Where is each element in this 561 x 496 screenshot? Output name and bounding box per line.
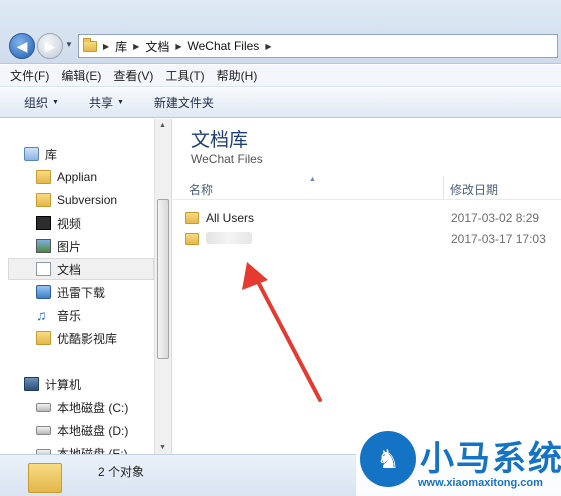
share-button[interactable]: 共享 ▼ [89,94,124,111]
arrow-left-icon: ◀ [16,38,28,54]
redacted-blur [206,231,252,244]
nav-item-label: 音乐 [57,308,82,323]
nav-item-videos[interactable]: 视频 [36,212,171,234]
scrollbar-thumb[interactable] [157,199,169,359]
item-count: 2 个对象 [98,465,145,479]
nav-item-label: 优酷影视库 [57,331,118,346]
document-icon [36,262,51,276]
folder-icon [36,193,51,207]
organize-button[interactable]: 组织 ▼ [24,94,59,111]
address-bar[interactable]: ▶ 库 ▶ 文档 ▶ WeChat Files ▶ [78,34,558,58]
library-icon [24,147,39,161]
nav-item-label: 视频 [57,216,82,231]
nav-item-subversion[interactable]: Subversion [36,189,171,211]
nav-item-youku[interactable]: 优酷影视库 [36,327,171,349]
menu-help[interactable]: 帮助(H) [217,67,258,84]
nav-drive-label: 本地磁盘 (D:) [57,423,129,438]
column-header: ▲ 名称 修改日期 [173,176,561,200]
menu-tools[interactable]: 工具(T) [165,67,204,84]
column-divider[interactable] [443,176,444,200]
nav-item-label: 迅雷下载 [57,285,106,300]
picture-icon [36,239,51,253]
chevron-right-icon[interactable]: ▶ [175,42,181,51]
file-name: All Users [206,211,255,225]
folder-icon [185,212,199,224]
nav-drive-c[interactable]: 本地磁盘 (C:) [36,396,171,418]
share-label: 共享 [88,96,113,110]
watermark-title: 小马系统 [420,440,561,478]
forward-button[interactable]: ▶ [37,33,63,59]
drive-icon [36,402,51,412]
menu-view[interactable]: 查看(V) [113,67,153,84]
breadcrumb-documents[interactable]: 文档 [145,38,169,55]
music-note-icon: ♫ [36,307,47,323]
nav-drive-e[interactable]: 本地磁盘 (E:) [36,442,171,455]
video-icon [36,216,51,230]
column-date-header[interactable]: 修改日期 [450,181,498,198]
sort-ascending-icon: ▲ [309,176,316,183]
file-row[interactable]: All Users 2017-03-02 8:29 [185,208,555,228]
folder-icon [28,463,62,493]
command-toolbar: 组织 ▼ 共享 ▼ 新建文件夹 [0,88,561,118]
nav-item-label: Subversion [57,193,118,207]
recent-pages-dropdown[interactable]: ▼ [65,40,75,52]
site-watermark: ♞ 小马系统 www.xiaomaxitong.com [356,427,561,496]
folder-icon [83,37,97,52]
new-folder-label: 新建文件夹 [153,96,214,110]
library-title: 文档库 [191,130,249,151]
nav-scrollbar[interactable]: ▲ ▼ [154,119,171,454]
arrow-right-icon: ▶ [44,38,56,54]
file-name-redacted [206,231,456,247]
chevron-down-icon: ▼ [52,99,59,106]
download-icon [36,285,51,299]
file-date: 2017-03-02 8:29 [451,211,540,225]
library-subtitle: WeChat Files [191,152,263,166]
navigation-pane: 库 Applian Subversion 视频 图片 文档 迅雷下载 ♫ 音乐 … [0,119,172,454]
watermark-url: www.xiaomaxitong.com [418,477,543,489]
menu-bar: 文件(F) 编辑(E) 查看(V) 工具(T) 帮助(H) [0,65,561,87]
drive-icon [36,425,51,435]
folder-icon [36,331,51,345]
nav-item-thunder-downloads[interactable]: 迅雷下载 [36,281,171,303]
nav-item-music[interactable]: ♫ 音乐 [36,304,171,326]
breadcrumb-wechat-files[interactable]: WeChat Files [188,39,260,53]
nav-computer-label: 计算机 [45,377,82,392]
file-list-pane: 文档库 WeChat Files ▲ 名称 修改日期 All Users 201… [173,119,561,454]
nav-item-documents[interactable]: 文档 [8,258,154,280]
new-folder-button[interactable]: 新建文件夹 [154,94,214,111]
file-row[interactable]: 2017-03-17 17:03 [185,229,555,249]
address-toolbar: ◀ ▶ ▼ ▶ 库 ▶ 文档 ▶ WeChat Files ▶ [0,0,561,64]
chevron-right-icon[interactable]: ▶ [265,42,271,51]
breadcrumb-library[interactable]: 库 [115,38,127,55]
back-button[interactable]: ◀ [9,33,35,59]
menu-edit[interactable]: 编辑(E) [61,67,101,84]
file-date: 2017-03-17 17:03 [451,232,546,246]
horse-logo-icon: ♞ [360,431,416,487]
nav-libraries-label: 库 [45,147,58,162]
scroll-down-icon[interactable]: ▼ [159,444,166,451]
computer-icon [24,377,39,391]
nav-libraries[interactable]: 库 [24,143,171,165]
nav-item-applian[interactable]: Applian [36,166,171,188]
organize-label: 组织 [24,96,49,110]
chevron-down-icon: ▼ [116,99,124,106]
nav-drive-label: 本地磁盘 (C:) [57,400,129,415]
scroll-up-icon[interactable]: ▲ [159,122,166,129]
nav-item-label: 图片 [57,239,82,254]
nav-drive-label: 本地磁盘 (E:) [57,446,128,455]
folder-icon [185,233,199,245]
menu-file[interactable]: 文件(F) [10,67,49,84]
nav-item-label: Applian [57,170,98,184]
chevron-right-icon[interactable]: ▶ [133,42,139,51]
nav-item-label: 文档 [57,262,82,277]
chevron-right-icon[interactable]: ▶ [103,42,109,51]
nav-item-pictures[interactable]: 图片 [36,235,171,257]
nav-computer[interactable]: 计算机 [24,373,171,395]
nav-drive-d[interactable]: 本地磁盘 (D:) [36,419,171,441]
folder-icon [36,170,51,184]
column-name-header[interactable]: 名称 [189,181,213,198]
